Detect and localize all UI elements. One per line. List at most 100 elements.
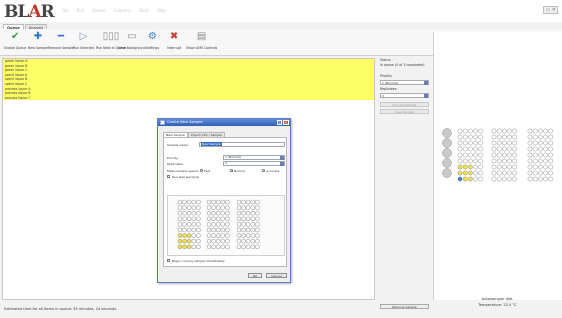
dialog-tray-slot[interactable]	[220, 205, 226, 210]
dialog-tray-slot[interactable]	[250, 210, 256, 216]
dialog-tray-slot[interactable]	[220, 233, 226, 238]
tray-sample-slot[interactable]	[473, 134, 478, 140]
dialog-tray-slot[interactable]	[225, 199, 230, 205]
tray-sample-slot[interactable]	[532, 128, 538, 134]
tray-sample-slot[interactable]	[507, 146, 512, 152]
dialog-tray-slot[interactable]	[186, 205, 192, 210]
dialog-tray-slot[interactable]	[241, 210, 246, 216]
tray-sample-slot[interactable]	[527, 128, 533, 134]
new-sample-button[interactable]: ✚ New Sample	[28, 31, 48, 50]
dialog-tray-slot[interactable]	[177, 210, 183, 216]
dialog-tray-slot[interactable]	[225, 227, 230, 233]
dialog-tray-slot[interactable]	[245, 233, 251, 238]
tray-sample-slot[interactable]	[491, 146, 497, 152]
tray-sample-slot[interactable]	[468, 128, 473, 134]
dialog-tray-slot[interactable]	[196, 205, 201, 210]
dialog-priority-select[interactable]: 1 (Normal)	[223, 155, 285, 160]
dialog-tray-slot[interactable]	[182, 238, 187, 244]
dialog-tray-slot[interactable]	[186, 233, 192, 238]
dialog-tray-slot[interactable]	[206, 199, 212, 205]
tray-sample-slot[interactable]	[538, 128, 543, 134]
tray-sample-slot[interactable]	[543, 176, 548, 182]
dialog-tray-slot[interactable]	[250, 205, 256, 210]
convert-sample-button[interactable]: Convert Sample	[380, 102, 429, 107]
tray-sample-slot[interactable]	[457, 146, 463, 152]
tray-sample-slot[interactable]	[462, 158, 468, 164]
tray-sample-slot[interactable]	[532, 158, 538, 164]
tray-sample-slot[interactable]	[532, 134, 538, 140]
tray-sample-slot[interactable]	[538, 176, 543, 182]
tray-sample-slot[interactable]	[538, 158, 543, 164]
dialog-tray-slot[interactable]	[211, 227, 216, 233]
dialog-tray-slot[interactable]	[182, 244, 187, 250]
tray-sample-slot[interactable]	[538, 146, 543, 152]
tray-sample-slot[interactable]	[496, 152, 502, 158]
tray-sample-slot[interactable]	[457, 176, 463, 182]
settings-button[interactable]: ⚙ Settings	[146, 31, 159, 50]
dialog-tray-slot[interactable]	[211, 216, 216, 222]
dialog-tray-slot[interactable]	[225, 244, 230, 250]
dialog-tray-slot[interactable]	[196, 222, 201, 227]
tray-sample-slot[interactable]	[538, 164, 543, 170]
tray-sample-slot[interactable]	[543, 134, 548, 140]
tray-sample-slot[interactable]	[462, 164, 468, 170]
tray-sample-slot[interactable]	[473, 164, 478, 170]
dialog-tray-slot[interactable]	[186, 216, 192, 222]
dialog-tray-slot[interactable]	[191, 210, 197, 216]
tray-sample-slot[interactable]	[538, 140, 543, 146]
dialog-tray-slot[interactable]	[182, 210, 187, 216]
dialog-tray-slot[interactable]	[245, 210, 251, 216]
dialog-tray-slot[interactable]	[245, 238, 251, 244]
tray-sample-slot[interactable]	[527, 170, 533, 176]
dialog-tray-slot[interactable]	[225, 222, 230, 227]
tray-sample-slot[interactable]	[462, 170, 468, 176]
tray-sample-slot[interactable]	[548, 158, 554, 164]
dialog-tray-slot[interactable]	[241, 227, 246, 233]
tray-sample-slot[interactable]	[548, 176, 554, 182]
dialog-tray-slot[interactable]	[236, 238, 242, 244]
show-lims-controls-button[interactable]: ▤ Show LIMS Controls	[186, 31, 217, 50]
dialog-tray-slot[interactable]	[211, 210, 216, 216]
tray-sample-slot[interactable]	[462, 152, 468, 158]
tray-sample-slot[interactable]	[496, 164, 502, 170]
tray-sample-slot[interactable]	[473, 140, 478, 146]
dialog-tray-slot[interactable]	[255, 233, 260, 238]
tray-sample-slot[interactable]	[473, 152, 478, 158]
dialog-tray-slot[interactable]	[220, 216, 226, 222]
dialog-tray-slot[interactable]	[177, 216, 183, 222]
dialog-tray-slot[interactable]	[186, 238, 192, 244]
tray-sample-slot[interactable]	[538, 170, 543, 176]
tray-sample-slot[interactable]	[532, 164, 538, 170]
dialog-tray-slot[interactable]	[250, 227, 256, 233]
tray-sample-slot[interactable]	[538, 152, 543, 158]
tray-sample-slot[interactable]	[478, 164, 484, 170]
tray-sample-slot[interactable]	[548, 170, 554, 176]
menu-item[interactable]: Help	[157, 8, 166, 13]
tray-sample-slot[interactable]	[491, 158, 497, 164]
tray-sample-slot[interactable]	[543, 128, 548, 134]
dialog-tray-slot[interactable]	[186, 244, 192, 250]
dialog-tray-slot[interactable]	[177, 205, 183, 210]
dialog-tray-slot[interactable]	[236, 233, 242, 238]
tray-sample-slot[interactable]	[457, 158, 463, 164]
save-sample-button[interactable]: Save Sample	[380, 109, 429, 114]
speed-fast-radio[interactable]	[200, 169, 203, 172]
tray-sample-slot[interactable]	[468, 140, 473, 146]
tray-sample-slot[interactable]	[548, 134, 554, 140]
tray-sample-slot[interactable]	[527, 164, 533, 170]
help-icon[interactable]: ?	[277, 120, 282, 125]
dialog-tray-slot[interactable]	[196, 227, 201, 233]
enable-queue-button[interactable]: ✔ Enable Queue	[4, 31, 26, 50]
tray-sample-slot[interactable]	[478, 170, 484, 176]
menu-item[interactable]: Run	[77, 8, 85, 13]
tray-sample-slot[interactable]	[512, 128, 518, 134]
tray-sample-slot[interactable]	[543, 152, 548, 158]
tray-sample-slot[interactable]	[502, 170, 507, 176]
tray-sample-slot[interactable]	[457, 134, 463, 140]
dialog-tray-slot[interactable]	[245, 227, 251, 233]
dialog-tray-slot[interactable]	[255, 244, 260, 250]
dialog-tray-slot[interactable]	[236, 227, 242, 233]
tray-sample-slot[interactable]	[496, 176, 502, 182]
tray-sample-slot[interactable]	[512, 176, 518, 182]
tray-sample-slot[interactable]	[527, 176, 533, 182]
